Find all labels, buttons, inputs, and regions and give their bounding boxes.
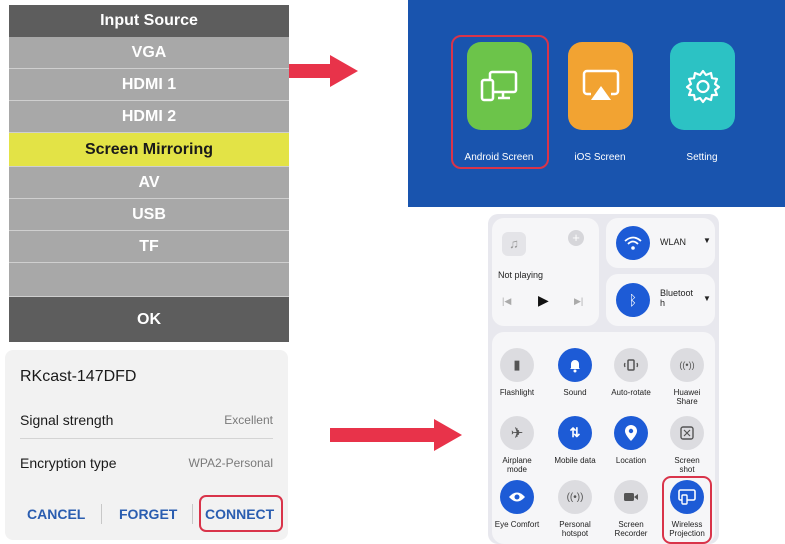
music-note-icon: ♫ — [502, 232, 526, 256]
encryption-type-value: WPA2-Personal — [188, 456, 273, 470]
wireless-projection-toggle[interactable] — [670, 480, 704, 514]
input-source-menu: Input Source VGA HDMI 1 HDMI 2 Screen Mi… — [9, 5, 289, 342]
menu-title: Input Source — [9, 5, 289, 37]
share-icon: ((•)) — [679, 360, 695, 370]
chevron-down-icon[interactable]: ▼ — [703, 236, 711, 245]
menu-item-hdmi2[interactable]: HDMI 2 — [9, 101, 289, 133]
bluetooth-card[interactable]: ᛒ Bluetoot h ▼ — [606, 274, 715, 326]
android-screen-label: Android Screen — [464, 152, 534, 163]
auto-rotate-label: Auto-rotate — [611, 388, 651, 397]
sound-label: Sound — [563, 388, 587, 397]
setting-label: Setting — [686, 152, 718, 163]
wireless-projection-label: Wireless Projection — [669, 520, 705, 538]
menu-item-av[interactable]: AV — [9, 167, 289, 199]
menu-item-vga[interactable]: VGA — [9, 37, 289, 69]
projection-icon — [678, 489, 696, 505]
android-screen-icon — [480, 70, 517, 102]
play-icon[interactable]: ▶ — [538, 292, 549, 309]
eye-comfort-toggle[interactable] — [500, 480, 534, 514]
location-icon — [625, 425, 637, 441]
bluetooth-icon: ᛒ — [616, 283, 650, 317]
eye-comfort-label: Eye Comfort — [494, 520, 540, 529]
screenshot-toggle[interactable] — [670, 416, 704, 450]
projector-home-screen: Android Screen iOS Screen Setting — [408, 0, 785, 207]
signal-strength-value: Excellent — [224, 413, 273, 427]
button-divider — [192, 504, 193, 524]
menu-item-empty[interactable] — [9, 263, 289, 297]
gear-icon — [685, 69, 720, 104]
phone-control-panel: ♫ + Not playing |◀ ▶ ▶| WLAN ▼ ᛒ Bluetoo… — [488, 214, 719, 544]
divider — [20, 438, 273, 439]
bell-icon — [570, 360, 580, 373]
ios-screen-label: iOS Screen — [574, 152, 626, 163]
auto-rotate-toggle[interactable] — [614, 348, 648, 382]
menu-item-tf[interactable]: TF — [9, 231, 289, 263]
wifi-icon — [616, 226, 650, 260]
screenshot-label: Screen shot — [674, 456, 700, 474]
previous-track-icon[interactable]: |◀ — [502, 296, 511, 307]
flashlight-toggle[interactable]: ▮ — [500, 348, 534, 382]
cancel-button[interactable]: CANCEL — [27, 506, 85, 522]
add-device-icon[interactable]: + — [568, 230, 584, 246]
network-name: RKcast-147DFD — [20, 368, 137, 385]
airplane-label: Airplane mode — [502, 456, 532, 474]
wlan-card[interactable]: WLAN ▼ — [606, 218, 715, 268]
next-track-icon[interactable]: ▶| — [574, 296, 583, 307]
media-status: Not playing — [498, 270, 544, 280]
connect-button[interactable]: CONNECT — [205, 506, 274, 522]
menu-item-screen-mirroring[interactable]: Screen Mirroring — [9, 133, 289, 167]
hotspot-icon: ((•)) — [566, 491, 584, 503]
location-label: Location — [615, 456, 647, 465]
recorder-icon — [624, 493, 638, 501]
android-screen-tile[interactable] — [467, 42, 532, 130]
airplane-toggle[interactable]: ✈ — [500, 416, 534, 450]
screenshot-icon — [680, 426, 694, 440]
airplane-icon: ✈ — [510, 425, 524, 442]
mobile-data-label: Mobile data — [554, 456, 596, 465]
menu-item-usb[interactable]: USB — [9, 199, 289, 231]
media-card: ♫ + Not playing |◀ ▶ ▶| — [492, 218, 599, 326]
eye-icon — [509, 492, 525, 502]
forget-button[interactable]: FORGET — [119, 506, 177, 522]
flashlight-label: Flashlight — [499, 388, 535, 397]
wlan-label: WLAN — [660, 237, 687, 247]
location-toggle[interactable] — [614, 416, 648, 450]
flashlight-icon: ▮ — [513, 357, 521, 372]
chevron-down-icon[interactable]: ▼ — [703, 294, 711, 303]
encryption-type-label: Encryption type — [20, 455, 117, 471]
bluetooth-label: Bluetoot h — [660, 288, 694, 308]
mobile-data-icon: ⇅ — [569, 425, 581, 440]
personal-hotspot-toggle[interactable]: ((•)) — [558, 480, 592, 514]
mobile-data-toggle[interactable]: ⇅ — [558, 416, 592, 450]
screen-recorder-label: Screen Recorder — [614, 520, 648, 538]
huawei-share-label: Huawei Share — [673, 388, 701, 406]
huawei-share-toggle[interactable]: ((•)) — [670, 348, 704, 382]
wifi-connect-dialog: RKcast-147DFD Signal strength Excellent … — [5, 350, 288, 540]
ios-screen-tile[interactable] — [568, 42, 633, 130]
rotate-icon — [623, 359, 639, 371]
ok-button[interactable]: OK — [9, 297, 289, 342]
airplay-icon — [582, 69, 619, 100]
setting-tile[interactable] — [670, 42, 735, 130]
personal-hotspot-label: Personal hotspot — [559, 520, 591, 538]
menu-item-hdmi1[interactable]: HDMI 1 — [9, 69, 289, 101]
screen-recorder-toggle[interactable] — [614, 480, 648, 514]
button-divider — [101, 504, 102, 524]
signal-strength-label: Signal strength — [20, 412, 114, 428]
sound-toggle[interactable] — [558, 348, 592, 382]
